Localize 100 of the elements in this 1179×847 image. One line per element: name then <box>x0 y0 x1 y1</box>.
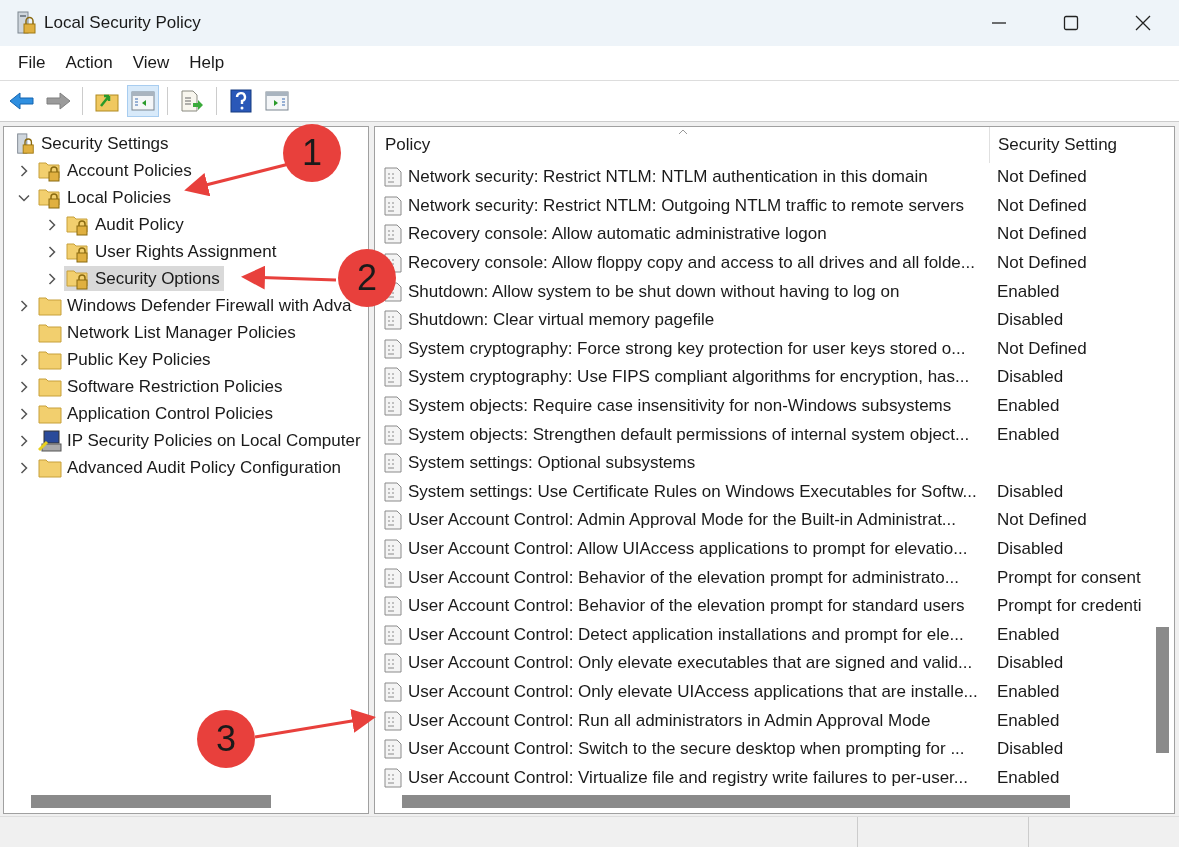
security-setting: Not Defined <box>997 167 1087 188</box>
expand-chevron-icon[interactable] <box>18 407 30 420</box>
expand-chevron-icon[interactable] <box>18 434 30 447</box>
policy-icon <box>384 224 402 245</box>
scrollbar-thumb[interactable] <box>31 794 271 808</box>
security-setting: Not Defined <box>997 253 1087 274</box>
locked-folder-icon <box>38 159 62 182</box>
security-setting: Enabled <box>997 767 1060 788</box>
window-title: Local Security Policy <box>44 13 201 33</box>
policy-name: System cryptography: Force strong key protection for user keys stored o... <box>408 338 966 359</box>
security-setting: Not Defined <box>997 510 1087 531</box>
policy-name: User Account Control: Behavior of the elevation prompt for administrato... <box>408 567 959 588</box>
tree-item[interactable]: Software Restriction Policies <box>36 374 287 399</box>
tree-item[interactable]: Advanced Audit Policy Configuration <box>36 455 346 480</box>
security-setting: Prompt for consent <box>997 567 1141 588</box>
tree-item[interactable]: User Rights Assignment <box>64 239 281 264</box>
column-header[interactable]: Policy <box>375 127 989 163</box>
policy-name: System settings: Use Certificate Rules on Windows Executables for Softw... <box>408 481 977 502</box>
locked-folder-icon <box>66 267 90 290</box>
policy-icon <box>384 481 402 502</box>
policy-name: User Account Control: Switch to the secure desktop when prompting for ... <box>408 739 965 760</box>
security-setting: Disabled <box>997 739 1064 760</box>
expand-chevron-icon[interactable] <box>46 218 58 231</box>
expand-chevron-icon[interactable] <box>18 380 30 393</box>
tree-item[interactable]: Security Settings <box>12 131 173 156</box>
tree-item[interactable]: Public Key Policies <box>36 347 215 372</box>
tree-item[interactable]: Account Policies <box>36 158 196 183</box>
expand-chevron-icon[interactable] <box>46 245 58 258</box>
folder-icon <box>38 321 62 344</box>
security-setting: Not Defined <box>997 338 1087 359</box>
security-setting: Disabled <box>997 310 1064 331</box>
policy-name: System cryptography: Use FIPS compliant algorithms for encryption, has... <box>408 367 970 388</box>
policy-icon <box>384 310 402 331</box>
security-setting: Enabled <box>997 396 1060 417</box>
policy-name: User Account Control: Detect application installations and prompt for ele... <box>408 624 964 645</box>
folder-icon <box>38 348 62 371</box>
policy-name: Recovery console: Allow floppy copy and access to all drives and all folde... <box>408 253 975 274</box>
security-setting: Enabled <box>997 682 1060 702</box>
policy-name: User Account Control: Run all administrators in Admin Approval Mode <box>408 710 931 731</box>
menu-item[interactable]: Help <box>179 53 235 73</box>
policy-name: System objects: Require case insensitivity for non-Windows subsystems <box>408 396 952 417</box>
policy-icon <box>384 596 402 617</box>
security-setting: Enabled <box>997 710 1060 731</box>
policy-name: User Account Control: Virtualize file and registry write failures to per-user... <box>408 767 968 788</box>
policy-name: Recovery console: Allow automatic administrative logon <box>408 224 827 245</box>
policy-icon <box>384 710 402 731</box>
security-setting: Disabled <box>997 367 1064 388</box>
policy-name: User Account Control: Admin Approval Mode for the Built-in Administrat... <box>408 510 957 531</box>
tree-item[interactable]: Application Control Policies <box>36 401 277 426</box>
scrollbar-thumb[interactable] <box>1156 627 1169 753</box>
close-icon[interactable] <box>1135 15 1151 31</box>
security-setting: Disabled <box>997 481 1064 502</box>
server-lock-icon <box>16 11 36 35</box>
menu-item[interactable]: Action <box>55 53 123 73</box>
policy-name: User Account Control: Only elevate UIAccess applications that are installe... <box>408 682 978 702</box>
policy-icon <box>384 424 402 445</box>
security-setting: Disabled <box>997 653 1064 674</box>
security-setting: Not Defined <box>997 195 1087 216</box>
security-setting: Enabled <box>997 281 1060 302</box>
tree-item[interactable]: IP Security Policies on Local Computer <box>36 428 365 453</box>
policy-name: User Account Control: Only elevate executables that are signed and valid... <box>408 653 973 674</box>
policy-name: System settings: Optional subsystems <box>408 453 696 474</box>
policy-icon <box>384 767 402 788</box>
menu-item[interactable]: File <box>8 53 56 73</box>
security-setting: Not Defined <box>997 224 1087 245</box>
policy-name: Network security: Restrict NTLM: Outgoing NTLM traffic to remote servers <box>408 195 965 216</box>
tree-item[interactable]: Local Policies <box>36 185 175 210</box>
expand-chevron-icon[interactable] <box>18 164 30 177</box>
tree-item[interactable]: Audit Policy <box>64 212 188 237</box>
locked-folder-icon <box>66 213 90 236</box>
column-header[interactable]: Security Setting <box>989 127 1152 163</box>
policy-icon <box>384 624 402 645</box>
tree-item[interactable]: Security Options <box>64 266 224 291</box>
expand-chevron-icon[interactable] <box>18 299 30 312</box>
policy-name: System objects: Strengthen default permissions of internal system object... <box>408 424 970 445</box>
locked-folder-icon <box>38 186 62 209</box>
expand-chevron-icon[interactable] <box>18 353 30 366</box>
security-setting: Disabled <box>997 539 1064 559</box>
policy-name: Shutdown: Allow system to be shut down without having to log on <box>408 281 900 302</box>
folder-icon <box>38 456 62 479</box>
policy-name: Network security: Restrict NTLM: NTLM authentication in this domain <box>408 167 928 188</box>
security-setting: Prompt for credenti <box>997 596 1142 617</box>
policy-icon <box>384 338 402 359</box>
scrollbar-thumb[interactable] <box>402 794 1070 808</box>
policy-icon <box>384 539 402 559</box>
locked-folder-icon <box>66 240 90 263</box>
security-setting: Enabled <box>997 624 1060 645</box>
policy-icon <box>384 195 402 216</box>
expand-chevron-icon[interactable] <box>18 461 30 474</box>
policy-name: User Account Control: Allow UIAccess applications to prompt for elevatio... <box>408 539 968 559</box>
policy-icon <box>384 167 402 188</box>
maximize-icon[interactable] <box>1063 15 1079 31</box>
folder-icon <box>38 402 62 425</box>
policy-icon <box>384 367 402 388</box>
folder-icon <box>38 294 62 317</box>
policy-name: Shutdown: Clear virtual memory pagefile <box>408 310 715 331</box>
security-setting: Enabled <box>997 424 1060 445</box>
menu-item[interactable]: View <box>122 53 180 73</box>
tree-item[interactable]: Network List Manager Policies <box>36 320 300 345</box>
expand-chevron-icon[interactable] <box>46 272 58 285</box>
